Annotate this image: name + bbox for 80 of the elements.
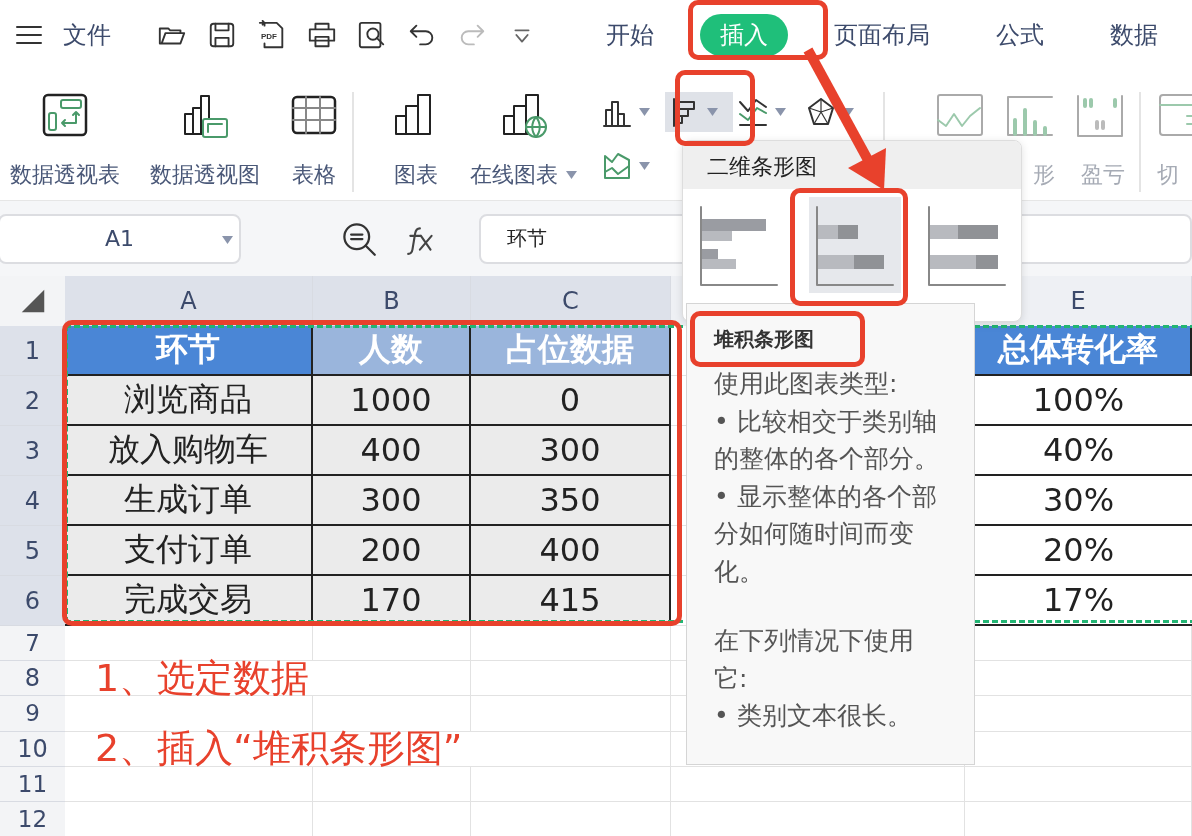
table-cell[interactable]: 2、插入“堆积条形图” (65, 731, 671, 767)
table-cell[interactable]: 350 (471, 476, 671, 526)
tooltip-text: 在下列情况下使用它: (714, 625, 915, 695)
select-all-corner[interactable] (0, 276, 65, 326)
line-chart-icon (737, 96, 769, 128)
slicer-icon (1157, 92, 1192, 138)
row-header[interactable]: 8 (0, 661, 65, 697)
pivot-table-button[interactable]: 数据透视表 (10, 92, 120, 190)
table-cell[interactable] (471, 696, 671, 732)
pdf-label: PDF (261, 32, 277, 41)
ribbon-tab[interactable]: 公式 (976, 14, 1064, 56)
pivot-chart-icon (181, 92, 229, 138)
line-sparkline-icon (935, 92, 985, 138)
table-cell[interactable] (313, 696, 471, 732)
stacked-bar-option[interactable] (809, 197, 901, 293)
table-cell[interactable]: 1000 (313, 376, 471, 426)
caret-icon (843, 108, 854, 116)
ribbon-tab[interactable]: 页面布局 (814, 14, 950, 56)
caret-icon (639, 162, 650, 170)
menu-icon (15, 24, 43, 46)
table-cell[interactable]: 300 (471, 426, 671, 476)
file-menu[interactable]: 文件 (63, 19, 111, 51)
printer-icon (307, 20, 337, 50)
bullet-text: • 类别文本很长。 (714, 700, 913, 732)
area-chart-icon (601, 150, 633, 182)
tooltip-text: 使用此图表类型: (714, 368, 899, 400)
row-header[interactable]: 9 (0, 696, 65, 732)
bullet-text: • 显示整体的各个部分如何随时间而变化。 (714, 480, 938, 588)
table-cell[interactable] (471, 766, 671, 802)
online-chart-button[interactable]: 在线图表 (470, 92, 577, 190)
table-cell[interactable] (965, 766, 1192, 802)
zoom-icon (341, 220, 377, 257)
caret-icon (775, 108, 786, 116)
row-header[interactable]: 5 (0, 526, 65, 576)
row-header[interactable]: 2 (0, 376, 65, 426)
row-header[interactable]: 3 (0, 426, 65, 476)
caret-icon (222, 235, 233, 244)
tooltip-title: 堆积条形图 (714, 326, 815, 353)
row-header[interactable]: 4 (0, 476, 65, 526)
row-header[interactable]: 1 (0, 326, 65, 376)
bar-chart-button[interactable]: 图表 (392, 92, 440, 190)
table-cell[interactable] (671, 766, 965, 802)
table-cell[interactable] (471, 661, 671, 697)
table-cell[interactable] (313, 766, 471, 802)
table-cell[interactable]: 浏览商品 (65, 376, 313, 426)
header-cell[interactable]: 环节 (65, 326, 313, 376)
table-cell[interactable]: 支付订单 (65, 526, 313, 576)
pivot-chart-button[interactable]: 数据透视图 (150, 92, 260, 190)
save-icon (207, 20, 237, 50)
table-cell[interactable]: 0 (471, 376, 671, 426)
table-cell[interactable]: 生成订单 (65, 476, 313, 526)
table-cell[interactable] (313, 626, 471, 662)
table-button[interactable]: 表格 (290, 92, 338, 190)
row-header[interactable]: 7 (0, 626, 65, 662)
table-cell[interactable] (471, 626, 671, 662)
ribbon-tab[interactable]: 数据 (1090, 14, 1178, 56)
menu-heading: 二维条形图 (683, 141, 1021, 189)
bullet-text: • 比较相交于类别轴的整体的各个部分。 (714, 405, 940, 475)
print-preview-icon (357, 20, 387, 50)
win-loss-sparkline-icon (1075, 92, 1125, 138)
caret-icon (707, 108, 718, 116)
table-cell[interactable]: 300 (313, 476, 471, 526)
row-header[interactable]: 6 (0, 576, 65, 626)
pivot-table-icon (41, 92, 89, 138)
radar-chart-icon (805, 96, 837, 128)
row-header[interactable]: 11 (0, 766, 65, 802)
row-header[interactable]: 10 (0, 731, 65, 767)
pdf-file-button[interactable]: PDF (256, 19, 288, 51)
table-cell[interactable]: 200 (313, 526, 471, 576)
table-cell[interactable] (965, 731, 1192, 767)
name-box[interactable]: A1 (0, 213, 241, 264)
table-cell[interactable]: 放入购物车 (65, 426, 313, 476)
row-header[interactable]: 12 (0, 801, 65, 836)
table-cell[interactable]: 1、选定数据 (65, 661, 471, 697)
table-cell[interactable]: 400 (313, 426, 471, 476)
bar-chart-button[interactable] (665, 92, 733, 132)
table-cell[interactable] (65, 766, 313, 802)
caret-icon (639, 108, 650, 116)
table-cell[interactable]: 400 (471, 526, 671, 576)
ribbon-tab[interactable]: 开始 (586, 14, 674, 56)
